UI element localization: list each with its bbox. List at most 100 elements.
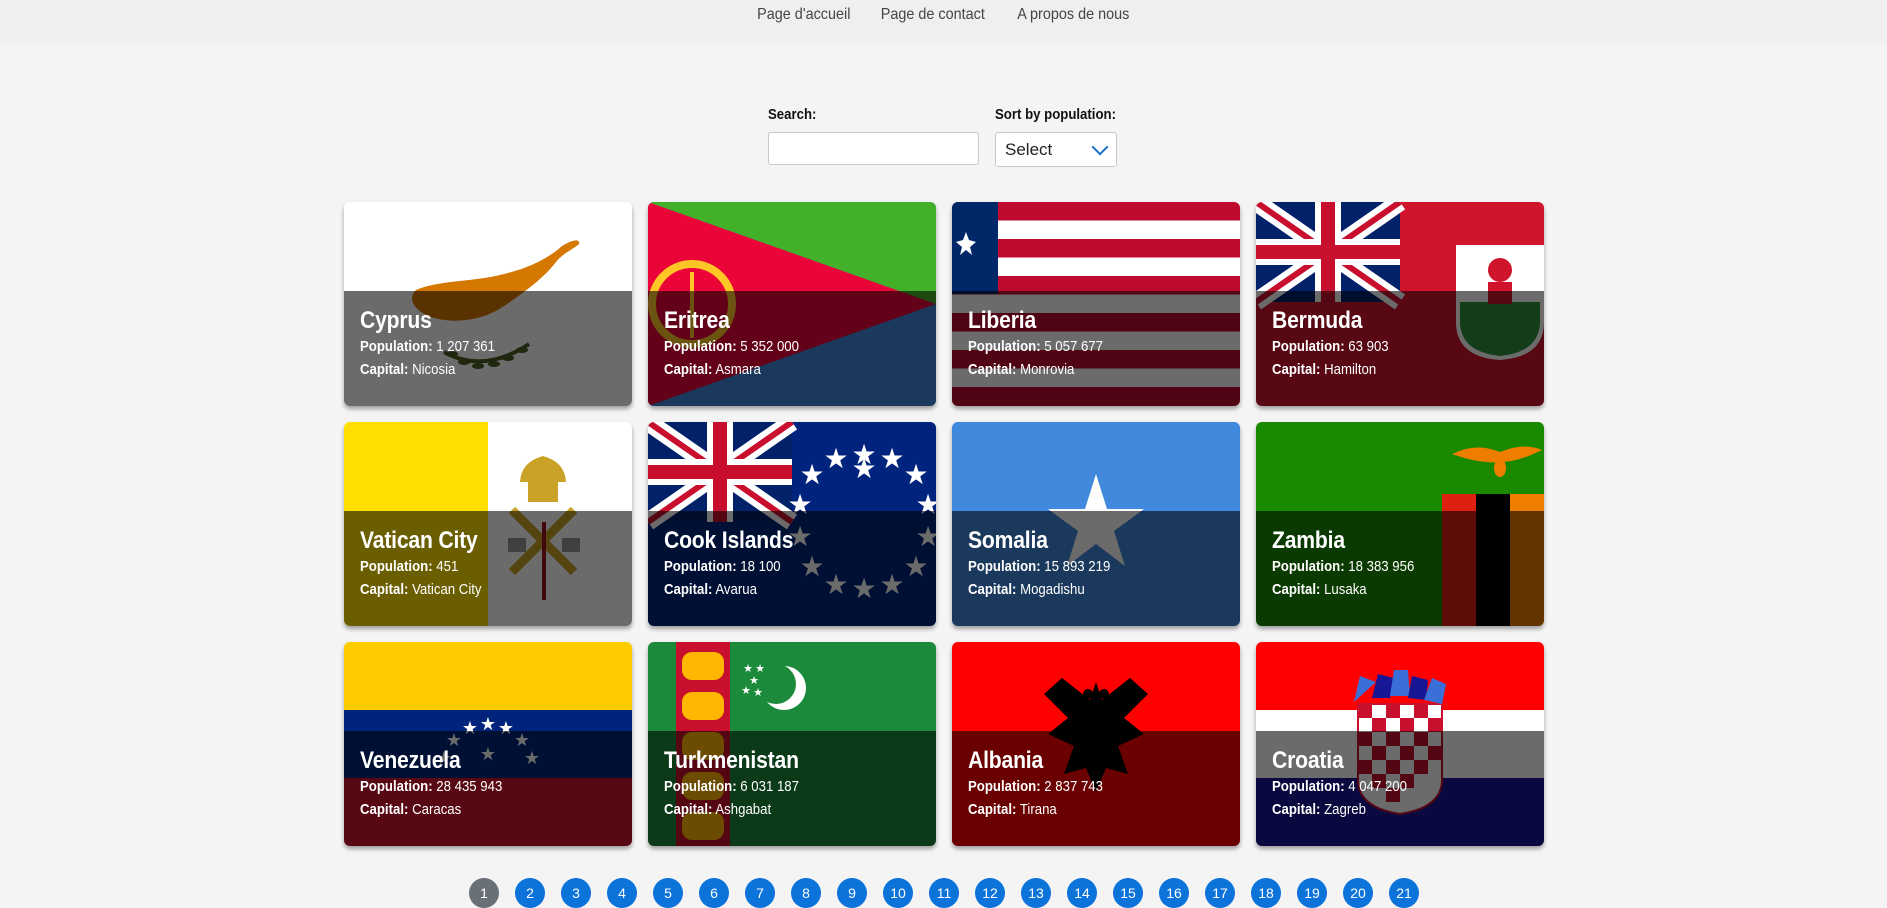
svg-text:★: ★: [741, 684, 751, 697]
population-label: Population:: [360, 558, 433, 575]
country-card[interactable]: ★ ★ ★ ★ ★ Turkmenistan Population: 6 031 18…: [648, 642, 936, 846]
chevron-down-icon: [1091, 138, 1109, 155]
page-button[interactable]: 18: [1251, 878, 1281, 908]
card-info: Cyprus Population: 1 207 361 Capital: Ni…: [360, 307, 513, 381]
capital-value: Vatican City: [412, 581, 482, 598]
population-line: Population: 2 837 743: [968, 775, 1103, 798]
search-label: Search:: [768, 106, 817, 123]
country-card[interactable]: Cyprus Population: 1 207 361 Capital: Ni…: [344, 202, 632, 406]
capital-value: Asmara: [715, 361, 761, 378]
card-info: Zambia Population: 18 383 956 Capital: L…: [1272, 527, 1434, 601]
page-button[interactable]: 21: [1389, 878, 1419, 908]
page-button[interactable]: 19: [1297, 878, 1327, 908]
capital-line: Capital: Ashgabat: [664, 798, 799, 821]
country-name: Bermuda: [1272, 307, 1363, 334]
page-button[interactable]: 16: [1159, 878, 1189, 908]
population-value: 15 893 219: [1044, 558, 1111, 575]
page-button[interactable]: 4: [607, 878, 637, 908]
population-label: Population:: [1272, 778, 1345, 795]
country-grid: Cyprus Population: 1 207 361 Capital: Ni…: [344, 202, 1544, 846]
country-card[interactable]: Croatia Population: 4 047 200 Capital: Z…: [1256, 642, 1544, 846]
country-name: Eritrea: [664, 307, 730, 334]
country-card[interactable]: Albania Population: 2 837 743 Capital: T…: [952, 642, 1240, 846]
svg-text:★: ★: [823, 442, 848, 475]
population-label: Population:: [968, 778, 1041, 795]
page-button[interactable]: 14: [1067, 878, 1097, 908]
population-value: 1 207 361: [436, 338, 495, 355]
page-button[interactable]: 6: [699, 878, 729, 908]
country-card[interactable]: Vatican City Population: 451 Capital: Va…: [344, 422, 632, 626]
card-info: Bermuda Population: 63 903 Capital: Hami…: [1272, 307, 1405, 381]
page-button[interactable]: 12: [975, 878, 1005, 908]
capital-label: Capital:: [664, 361, 713, 378]
capital-line: Capital: Nicosia: [360, 358, 495, 381]
svg-text:★: ★: [851, 452, 876, 485]
capital-label: Capital:: [1272, 581, 1321, 598]
country-name: Zambia: [1272, 527, 1345, 554]
svg-text:★: ★: [903, 550, 928, 583]
svg-text:★: ★: [753, 686, 763, 699]
svg-text:★: ★: [915, 488, 936, 521]
page-button[interactable]: 3: [561, 878, 591, 908]
nav-link-about[interactable]: A propos de nous: [1017, 6, 1129, 24]
population-line: Population: 6 031 187: [664, 775, 799, 798]
card-info: Somalia Population: 15 893 219 Capital: …: [968, 527, 1130, 601]
nav-link-contact[interactable]: Page de contact: [881, 6, 985, 24]
sort-selected-value: Select: [1005, 139, 1053, 159]
page-button[interactable]: 2: [515, 878, 545, 908]
country-name: Turkmenistan: [664, 747, 799, 774]
population-value: 18 100: [740, 558, 781, 575]
card-info: Turkmenistan Population: 6 031 187 Capit…: [664, 747, 817, 821]
svg-text:★: ★: [787, 488, 812, 521]
sort-select[interactable]: Select: [995, 132, 1117, 167]
svg-text:★: ★: [462, 718, 478, 739]
capital-value: Lusaka: [1324, 581, 1367, 598]
capital-value: Monrovia: [1020, 361, 1075, 378]
country-card[interactable]: ★ ★ ★ ★ ★ ★ ★ ★ Venezuela Population: 28 435 …: [344, 642, 632, 846]
country-card[interactable]: Bermuda Population: 63 903 Capital: Hami…: [1256, 202, 1544, 406]
page-button[interactable]: 20: [1343, 878, 1373, 908]
svg-text:★: ★: [915, 520, 936, 553]
capital-line: Capital: Zagreb: [1272, 798, 1407, 821]
page-button[interactable]: 1: [469, 878, 499, 908]
svg-text:★: ★: [823, 568, 848, 601]
page-button[interactable]: 8: [791, 878, 821, 908]
search-input[interactable]: [768, 132, 979, 165]
svg-text:★: ★: [903, 458, 928, 491]
population-line: Population: 5 057 677: [968, 335, 1103, 358]
page-button[interactable]: 5: [653, 878, 683, 908]
population-value: 28 435 943: [436, 778, 503, 795]
svg-text:★: ★: [879, 442, 904, 475]
country-name: Albania: [968, 747, 1044, 774]
population-value: 5 057 677: [1044, 338, 1103, 355]
country-name: Cook Islands: [664, 527, 794, 554]
capital-line: Capital: Avarua: [664, 578, 793, 601]
search-control: Search:: [768, 106, 979, 167]
capital-line: Capital: Vatican City: [360, 578, 482, 601]
population-value: 63 903: [1348, 338, 1389, 355]
nav-link-home[interactable]: Page d'accueil: [757, 6, 850, 24]
country-card[interactable]: Liberia Population: 5 057 677 Capital: M…: [952, 202, 1240, 406]
page-button[interactable]: 9: [837, 878, 867, 908]
page-button[interactable]: 13: [1021, 878, 1051, 908]
page-button[interactable]: 17: [1205, 878, 1235, 908]
svg-text:★: ★: [879, 568, 904, 601]
country-card[interactable]: Eritrea Population: 5 352 000 Capital: A…: [648, 202, 936, 406]
svg-text:★: ★: [851, 572, 876, 605]
capital-value: Zagreb: [1324, 801, 1366, 818]
card-info: Albania Population: 2 837 743 Capital: T…: [968, 747, 1121, 821]
page-button[interactable]: 15: [1113, 878, 1143, 908]
country-card[interactable]: Zambia Population: 18 383 956 Capital: L…: [1256, 422, 1544, 626]
capital-line: Capital: Hamilton: [1272, 358, 1389, 381]
country-name: Cyprus: [360, 307, 432, 334]
page-button[interactable]: 7: [745, 878, 775, 908]
capital-value: Avarua: [715, 581, 757, 598]
sort-control: Sort by population: Select: [995, 106, 1132, 167]
population-label: Population:: [1272, 338, 1345, 355]
country-card[interactable]: Somalia Population: 15 893 219 Capital: …: [952, 422, 1240, 626]
page-button[interactable]: 10: [883, 878, 913, 908]
card-info: Croatia Population: 4 047 200 Capital: Z…: [1272, 747, 1425, 821]
population-label: Population:: [664, 778, 737, 795]
country-card[interactable]: ★ ★ ★ ★ ★ ★ ★ ★ ★ ★ ★ ★ ★ ★ ★ Cook Islands Populat…: [648, 422, 936, 626]
page-button[interactable]: 11: [929, 878, 959, 908]
